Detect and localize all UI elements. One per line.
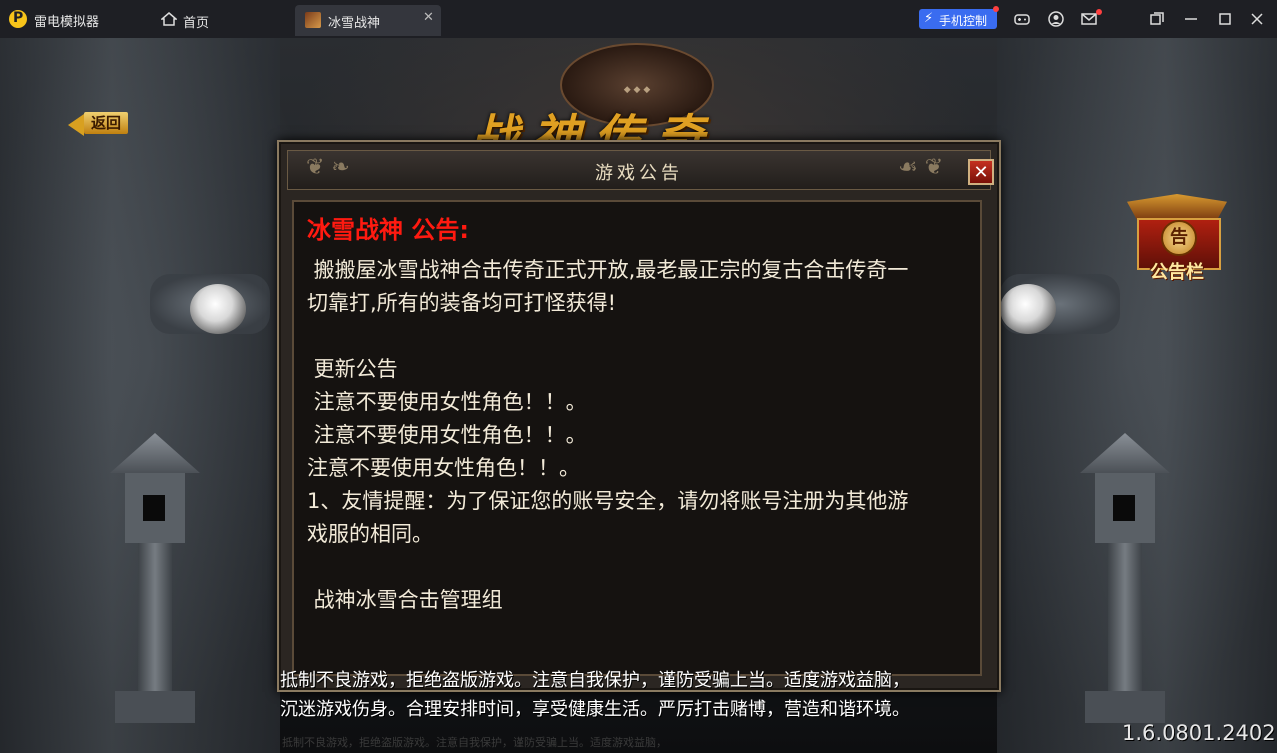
- dialog-content[interactable]: 冰雪战神 公告: 搬搬屋冰雪战神合击传奇正式开放,最老最正宗的复古合击传奇一 切…: [292, 200, 982, 676]
- notice-line: [307, 551, 967, 584]
- notice-title: 冰雪战神 公告:: [307, 216, 469, 244]
- notice-line: 战神冰雪合击管理组: [307, 588, 503, 612]
- notice-board-label: 公告栏: [1150, 262, 1204, 283]
- glowing-orb-left: [190, 284, 246, 334]
- ornament-right-icon: ☙ ❦: [898, 155, 944, 180]
- dialog-title: 游戏公告: [595, 163, 683, 184]
- maximize-icon[interactable]: [1216, 10, 1234, 28]
- notice-line: 切靠打,所有的装备均可打怪获得!: [307, 291, 617, 315]
- tab-home[interactable]: 首页: [155, 6, 285, 34]
- health-advisory-line1: 抵制不良游戏，拒绝盗版游戏。注意自我保护，谨防受骗上当。适度游戏益脑，: [280, 670, 910, 691]
- tab-game[interactable]: 冰雪战神 ✕: [295, 5, 441, 36]
- user-icon[interactable]: [1047, 10, 1065, 28]
- notice-line: 搬搬屋冰雪战神合击传奇正式开放,最老最正宗的复古合击传奇一: [307, 258, 909, 282]
- notice-line: 注意不要使用女性角色！！。: [307, 456, 580, 480]
- minimize-icon[interactable]: [1182, 10, 1200, 28]
- game-screen[interactable]: ◆ ◆ ◆ 战神传奇 返回 告 公告栏 ❦ ❧ 游戏公告 ☙ ❦ ✕ 冰雪战神 …: [0, 38, 1277, 753]
- health-advisory-faint: 抵制不良游戏，拒绝盗版游戏。注意自我保护，谨防受骗上当。适度游戏益脑，: [282, 736, 667, 749]
- tab-home-label: 首页: [183, 16, 210, 31]
- stone-lantern-left: [110, 433, 200, 723]
- app-logo-icon: [9, 10, 27, 28]
- game-tab-icon: [305, 12, 321, 28]
- notice-medal-icon: 告: [1161, 220, 1197, 256]
- close-window-icon[interactable]: [1248, 10, 1266, 28]
- phone-control-button[interactable]: ⚡ 手机控制: [919, 9, 997, 29]
- back-arrow-icon: [68, 114, 84, 136]
- notification-dot: [993, 6, 999, 12]
- notice-body: 搬搬屋冰雪战神合击传奇正式开放,最老最正宗的复古合击传奇一 切靠打,所有的装备均…: [307, 254, 967, 617]
- tab-game-label: 冰雪战神: [328, 16, 381, 31]
- dialog-close-button[interactable]: ✕: [968, 159, 994, 185]
- back-label: 返回: [84, 112, 128, 134]
- notice-line: 戏服的相同。: [307, 522, 433, 546]
- back-button[interactable]: 返回: [68, 112, 130, 136]
- glowing-orb-right: [1000, 284, 1056, 334]
- mail-notification-dot: [1096, 9, 1102, 15]
- tab-close-icon[interactable]: ✕: [423, 10, 434, 25]
- pavilion-roof-icon: [1127, 194, 1227, 220]
- lightning-icon: ⚡: [924, 11, 934, 26]
- notice-line: 1、友情提醒：为了保证您的账号安全，请勿将账号注册为其他游: [307, 489, 909, 513]
- notice-line: 更新公告: [307, 357, 398, 381]
- restore-window-icon[interactable]: [1148, 10, 1166, 28]
- title-bar: 雷电模拟器 首页 冰雪战神 ✕ ⚡ 手机控制: [0, 0, 1277, 38]
- announcement-dialog: ❦ ❧ 游戏公告 ☙ ❦ ✕ 冰雪战神 公告: 搬搬屋冰雪战神合击传奇正式开放,…: [277, 140, 1001, 692]
- notice-board-button[interactable]: 告 公告栏: [1123, 190, 1231, 285]
- health-advisory: 抵制不良游戏，拒绝盗版游戏。注意自我保护，谨防受骗上当。适度游戏益脑， 沉迷游戏…: [280, 666, 1000, 724]
- home-icon: [161, 12, 177, 26]
- phone-control-label: 手机控制: [939, 14, 988, 28]
- app-name: 雷电模拟器: [34, 15, 100, 30]
- notice-line: 注意不要使用女性角色！！。: [307, 423, 587, 447]
- health-advisory-line2: 沉迷游戏伤身。合理安排时间，享受健康生活。严厉打击赌博，营造和谐环境。: [280, 699, 910, 720]
- dialog-header: ❦ ❧ 游戏公告 ☙ ❦ ✕: [287, 150, 994, 190]
- gamepad-icon[interactable]: [1013, 10, 1031, 28]
- stone-lantern-right: [1080, 433, 1170, 723]
- notice-line: 注意不要使用女性角色！！。: [307, 390, 587, 414]
- version-label: 1.6.0801.2402: [1122, 721, 1276, 745]
- notice-line: [307, 320, 967, 353]
